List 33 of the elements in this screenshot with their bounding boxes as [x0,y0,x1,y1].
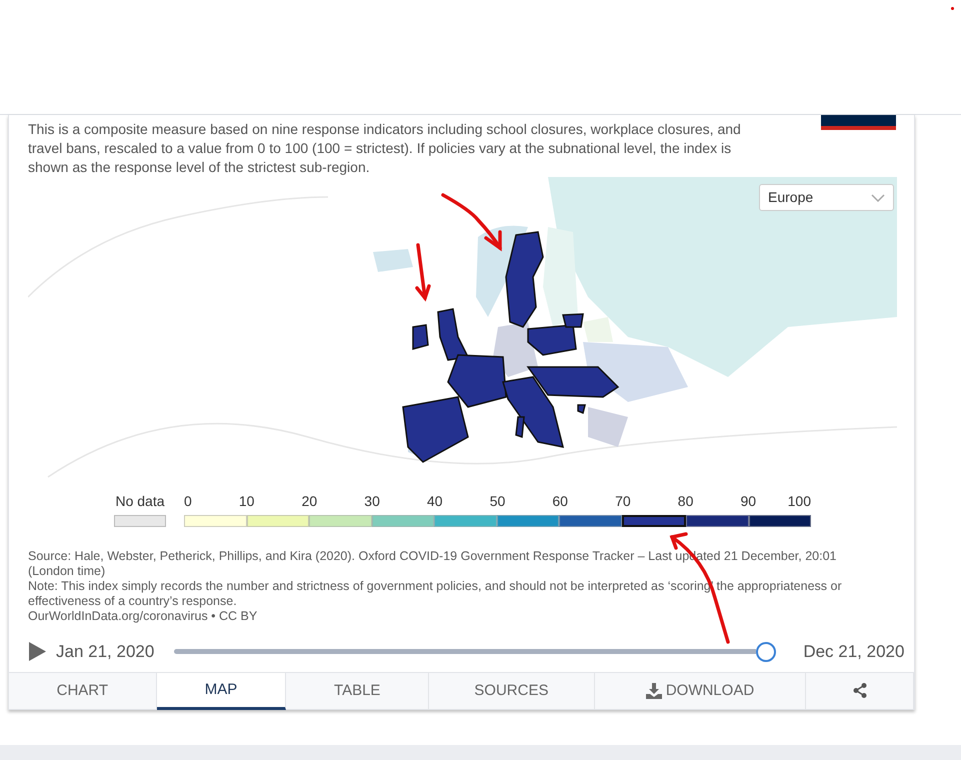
tab[interactable]: TABLE [286,672,430,710]
legend-tick-label: 70 [615,492,631,510]
legend-tick-label: 30 [364,492,380,510]
tab[interactable]: DOWNLOAD [594,672,806,710]
no-data-swatch [114,514,166,527]
start-date: Jan 21, 2020 [56,640,154,663]
source-note: OurWorldInData.org/coronavirus • CC BY [28,608,258,624]
legend-tick-label: 20 [302,492,318,510]
legend-tick-label: 10 [238,492,254,510]
chevron-icon [871,194,885,202]
legend-tick-label: 40 [427,492,443,510]
chart-description: This is a composite measure based on nine response indicators including school closures, workplace closures, and travel bans, rescaled to a value from 0 to 100 (100 = strictest). If policies vary at the subnational level, the index is shown as the response level of the strictest sub-region. [28,120,742,177]
legend-tick-label: 0 [184,492,192,510]
tab[interactable]: CHART [9,672,157,710]
region-dropdown[interactable]: Europe [759,184,894,211]
legend-tick-label: 50 [490,492,506,510]
play-icon [28,642,46,662]
legend-tick-label: 100 [788,492,811,510]
end-date: Dec 21, 2020 [803,640,904,663]
legend-tick-label: 80 [678,492,694,510]
logo-icon [821,115,896,130]
play-button[interactable] [28,642,46,662]
legend-label: No data [115,492,165,510]
tab[interactable]: SOURCES [429,672,595,710]
annotation-arrow [441,193,502,252]
annotation-arrow [415,243,431,302]
legend-bin[interactable] [622,514,686,527]
legend-tick-label: 90 [740,492,756,510]
tab[interactable]: MAP [156,672,286,710]
timeline-handle[interactable] [756,642,776,662]
download-icon [646,682,662,699]
share-icon [852,683,867,698]
legend-tick-label: 60 [552,492,568,510]
